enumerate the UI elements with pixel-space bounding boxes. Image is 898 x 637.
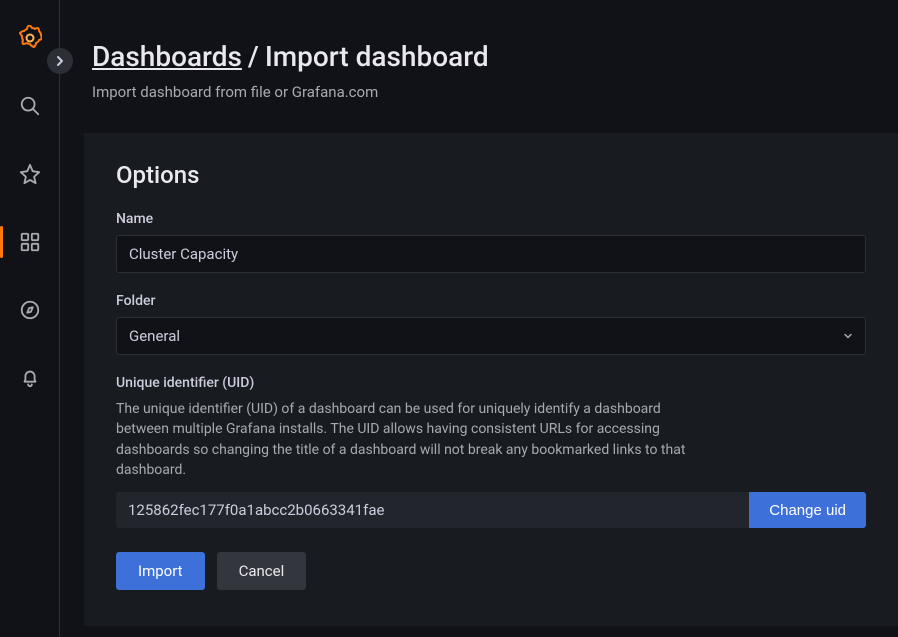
section-title: Options	[116, 161, 866, 189]
uid-label: Unique identifier (UID)	[116, 375, 866, 391]
name-field: Name	[116, 211, 866, 273]
compass-icon	[19, 299, 41, 321]
cancel-button[interactable]: Cancel	[217, 552, 307, 590]
nav-alerting[interactable]	[10, 358, 50, 398]
chevron-right-icon	[54, 55, 66, 67]
grafana-logo-icon	[18, 25, 42, 51]
star-icon	[19, 163, 41, 185]
main-content: Dashboards/Import dashboard Import dashb…	[60, 0, 898, 637]
folder-label: Folder	[116, 293, 866, 309]
page-header: Dashboards/Import dashboard Import dashb…	[60, 0, 898, 129]
breadcrumb: Dashboards/Import dashboard	[92, 40, 866, 73]
breadcrumb-root-link[interactable]: Dashboards	[92, 40, 242, 73]
dashboards-icon	[19, 231, 41, 253]
search-icon	[19, 95, 41, 117]
page-subtitle: Import dashboard from file or Grafana.co…	[92, 83, 866, 101]
expand-sidebar-button[interactable]	[47, 48, 73, 74]
name-label: Name	[116, 211, 866, 227]
import-button[interactable]: Import	[116, 552, 205, 590]
breadcrumb-current: Import dashboard	[265, 40, 489, 73]
options-panel: Options Name Folder Unique identifier (U…	[84, 133, 898, 626]
nav-starred[interactable]	[10, 154, 50, 194]
name-input[interactable]	[116, 235, 866, 273]
nav-search[interactable]	[10, 86, 50, 126]
uid-input[interactable]	[116, 492, 749, 528]
grafana-logo[interactable]	[10, 18, 50, 58]
nav-explore[interactable]	[10, 290, 50, 330]
breadcrumb-separator: /	[248, 40, 259, 73]
folder-field: Folder	[116, 293, 866, 355]
change-uid-button[interactable]: Change uid	[749, 492, 866, 528]
folder-select[interactable]	[116, 317, 866, 355]
uid-row: Change uid	[116, 492, 866, 528]
form-actions: Import Cancel	[116, 552, 866, 590]
left-sidebar	[0, 0, 60, 637]
nav-dashboards[interactable]	[10, 222, 50, 262]
bell-icon	[19, 367, 41, 389]
folder-select-value[interactable]	[116, 317, 866, 355]
uid-help-text: The unique identifier (UID) of a dashboa…	[116, 399, 696, 480]
uid-field: Unique identifier (UID) The unique ident…	[116, 375, 866, 528]
